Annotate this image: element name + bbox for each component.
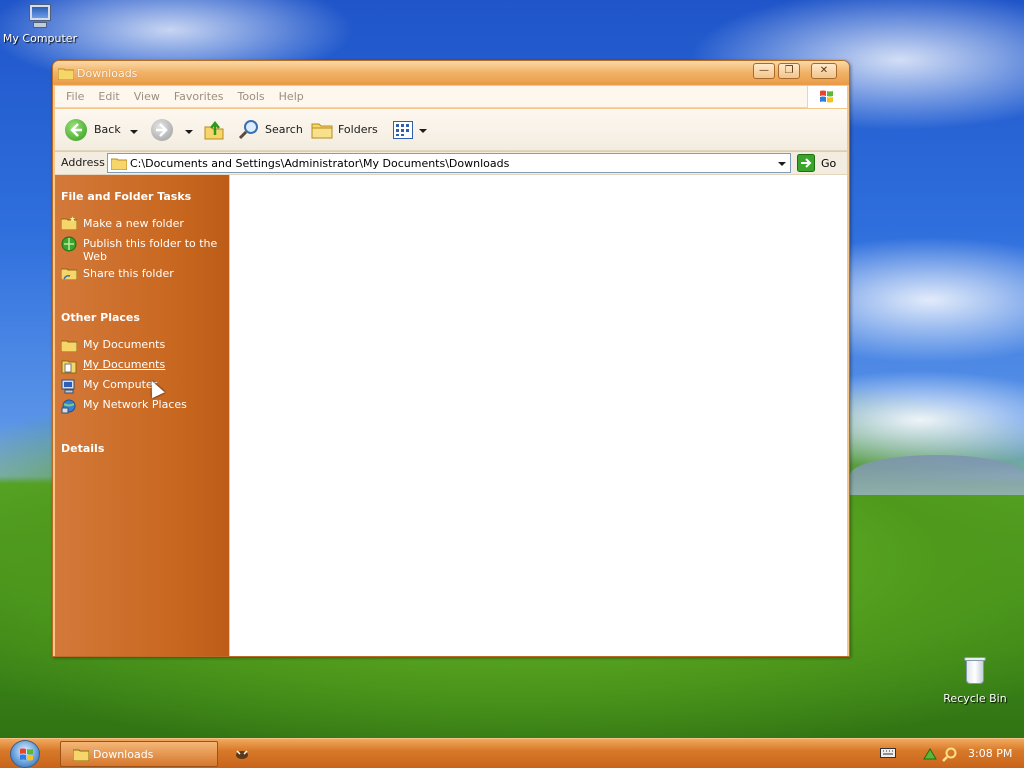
desktop-icon-recycle-bin[interactable]: Recycle Bin: [935, 656, 1015, 705]
place-my-documents[interactable]: My Documents: [83, 338, 223, 351]
new-folder-icon: [60, 216, 78, 232]
menu-favorites[interactable]: Favorites: [167, 86, 231, 108]
keyboard-icon[interactable]: [880, 747, 896, 761]
task-publish-folder-web[interactable]: Publish this folder to the Web: [83, 237, 223, 263]
clock[interactable]: 3:08 PM: [968, 747, 1012, 760]
views-dropdown-icon[interactable]: [419, 129, 427, 133]
windows-logo-icon: [20, 748, 33, 761]
menu-file[interactable]: File: [59, 86, 91, 108]
task-make-new-folder[interactable]: Make a new folder: [83, 217, 223, 230]
my-computer-icon: [61, 378, 77, 394]
search-label: Search: [265, 123, 303, 136]
folder-icon: [57, 67, 75, 83]
forward-dropdown-icon[interactable]: [185, 130, 193, 134]
wallpaper-hills: [850, 455, 1024, 495]
network-tray-icon[interactable]: [922, 747, 937, 761]
up-folder-icon: [204, 120, 224, 140]
address-bar: Address C:\Documents and Settings\Admini…: [55, 152, 847, 175]
close-icon: ✕: [819, 65, 829, 76]
title-bar[interactable]: Downloads — ❐ ✕: [53, 61, 849, 85]
search-button[interactable]: Search: [237, 118, 303, 142]
menu-view[interactable]: View: [127, 86, 167, 108]
taskbar: Downloads 3:08 PM: [0, 738, 1024, 768]
address-value: C:\Documents and Settings\Administrator\…: [130, 157, 510, 170]
toolbar: Back Search Folders: [55, 109, 847, 151]
explorer-window: Downloads — ❐ ✕ File Edit View Favorites Too…: [52, 60, 850, 657]
menu-edit[interactable]: Edit: [91, 86, 126, 108]
folders-button[interactable]: Folders: [311, 118, 383, 142]
file-folder-tasks-heading[interactable]: File and Folder Tasks: [61, 190, 191, 203]
go-button[interactable]: Go: [797, 154, 845, 172]
minimize-icon: —: [759, 65, 769, 76]
address-label: Address: [61, 156, 105, 169]
taskbar-window-label: Downloads: [93, 748, 154, 761]
go-label: Go: [821, 157, 837, 170]
folder-icon: [73, 749, 89, 761]
desktop-icon-label: My Computer: [2, 32, 78, 45]
back-dropdown-icon[interactable]: [130, 130, 138, 134]
address-dropdown-icon[interactable]: [778, 162, 786, 166]
up-folder-button[interactable]: [203, 119, 225, 141]
minimize-button[interactable]: —: [753, 63, 775, 79]
forward-button[interactable]: [151, 119, 173, 141]
back-button[interactable]: Back: [65, 118, 135, 142]
windows-logo-icon: [807, 86, 847, 108]
share-folder-icon: [60, 266, 78, 282]
search-tray-icon[interactable]: [942, 747, 957, 762]
menu-bar: File Edit View Favorites Tools Help: [55, 86, 847, 108]
restore-icon: ❐: [784, 65, 794, 76]
publish-web-icon: [61, 236, 77, 252]
window-title: Downloads: [77, 67, 138, 80]
go-arrow-icon: [797, 154, 815, 172]
desktop-icon-label: Recycle Bin: [943, 692, 1007, 705]
search-icon: [238, 120, 258, 140]
desktop-icon-my-computer[interactable]: My Computer: [0, 4, 80, 45]
folder-content-area[interactable]: [230, 175, 847, 656]
quick-launch-icon[interactable]: [234, 747, 248, 761]
my-documents-icon: [61, 358, 77, 374]
address-input[interactable]: C:\Documents and Settings\Administrator\…: [107, 153, 791, 173]
folders-icon: [311, 123, 333, 139]
taskbar-window-downloads[interactable]: Downloads: [60, 741, 218, 767]
back-arrow-icon: [65, 119, 87, 141]
folder-icon: [111, 158, 127, 170]
forward-arrow-icon: [156, 123, 168, 137]
task-share-folder[interactable]: Share this folder: [83, 267, 223, 280]
menu-tools[interactable]: Tools: [231, 86, 272, 108]
back-label: Back: [94, 123, 121, 136]
place-my-network-places[interactable]: My Network Places: [83, 398, 223, 411]
recycle-bin-icon: [963, 656, 987, 686]
folders-label: Folders: [338, 123, 378, 136]
task-pane: File and Folder Tasks Make a new folder …: [55, 175, 229, 656]
place-my-documents-hover[interactable]: My Documents: [83, 358, 223, 371]
views-grid-icon: [393, 121, 413, 139]
close-button[interactable]: ✕: [811, 63, 837, 79]
details-heading[interactable]: Details: [61, 442, 104, 455]
my-computer-icon: [25, 4, 55, 30]
network-places-icon: [61, 398, 77, 414]
other-places-heading[interactable]: Other Places: [61, 311, 140, 324]
views-button[interactable]: [393, 121, 417, 139]
maximize-button[interactable]: ❐: [778, 63, 800, 79]
menu-help[interactable]: Help: [272, 86, 311, 108]
start-button[interactable]: [10, 740, 40, 768]
my-documents-folder-icon: [60, 338, 78, 354]
